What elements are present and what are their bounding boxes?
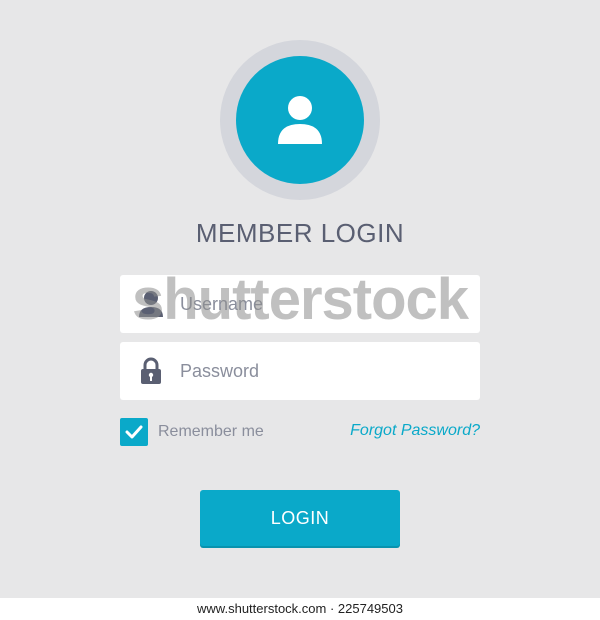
lock-icon [141, 357, 161, 384]
login-button[interactable]: LOGIN [200, 490, 400, 546]
page-title: MEMBER LOGIN [195, 218, 405, 248]
login-panel: MEMBER LOGIN Remember me Forgot Password… [0, 0, 600, 598]
username-input[interactable] [180, 275, 460, 333]
password-input[interactable] [180, 342, 460, 400]
checkmark-icon [125, 425, 143, 439]
remember-me-label: Remember me [158, 423, 264, 440]
remember-me-toggle[interactable]: Remember me [120, 417, 264, 447]
remember-me-checkbox[interactable] [120, 418, 148, 446]
user-avatar-icon [278, 96, 322, 144]
footer-credit: www.shutterstock.com · 225749503 [0, 598, 600, 620]
avatar [220, 40, 380, 200]
password-field[interactable] [120, 342, 480, 400]
avatar-circle [236, 56, 364, 184]
forgot-password-link[interactable]: Forgot Password? [350, 422, 480, 440]
username-field[interactable] [120, 275, 480, 333]
user-icon [139, 291, 163, 317]
